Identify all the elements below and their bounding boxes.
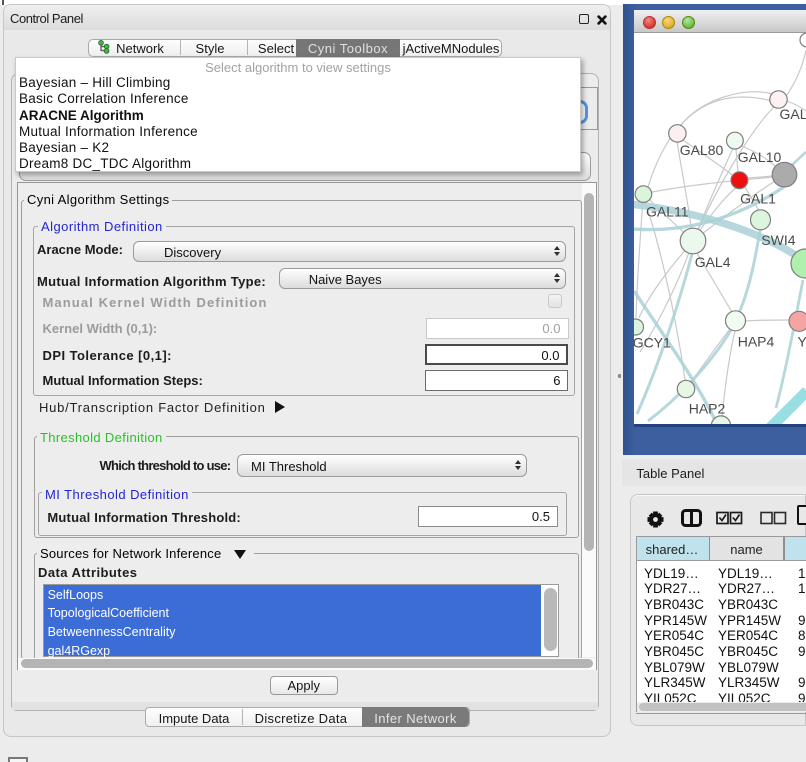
svg-text:GAL11: GAL11 [646,204,689,220]
svg-text:GAL80: GAL80 [680,142,724,158]
svg-text:SWI4: SWI4 [761,232,795,248]
svg-text:GCY1: GCY1 [634,335,671,351]
svg-text:HAP2: HAP2 [689,401,726,417]
svg-text:GAL: GAL [780,106,806,122]
svg-text:GAL4: GAL4 [695,254,731,270]
svg-text:Y: Y [798,334,806,350]
svg-text:GAL10: GAL10 [738,149,782,165]
svg-text:GAL1: GAL1 [740,191,776,207]
svg-text:HAP4: HAP4 [738,334,775,350]
